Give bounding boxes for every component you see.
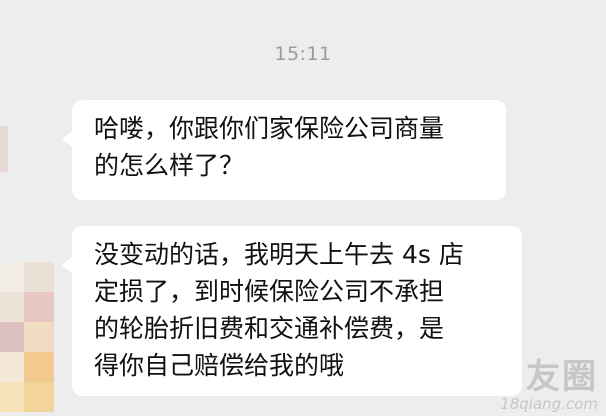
message-bubble[interactable]: 没变动的话，我明天上午去 4s 店 定损了，到时候保险公司不承担 的轮胎折旧费和… — [62, 226, 522, 396]
watermark-url: 18qiang.com — [500, 395, 598, 413]
avatar-mosaic-tile — [0, 292, 24, 322]
avatar-mosaic-tile — [24, 352, 54, 382]
message-text-line: 没变动的话，我明天上午去 4s 店 — [94, 240, 464, 269]
message-bubble[interactable]: 哈喽，你跟你们家保险公司商量 的怎么样了？ — [62, 100, 506, 200]
avatar-mosaic-tile — [24, 262, 54, 292]
avatar-mosaic-tile — [0, 262, 24, 292]
avatar-mosaic[interactable] — [0, 262, 54, 412]
chat-window: 15:11 哈喽，你跟你们家保险公司商量 的怎么样了？ 没变动的话，我明天上午去… — [0, 0, 606, 416]
message-timestamp: 15:11 — [274, 43, 332, 65]
avatar-mosaic-tile — [0, 352, 24, 382]
avatar-mosaic-tile — [0, 322, 24, 352]
avatar-mosaic-tile — [24, 322, 54, 352]
message-text-line: 得你自己赔偿给我的哦 — [94, 351, 345, 380]
avatar-mosaic-tile — [0, 382, 24, 412]
avatar-mosaic-tile — [24, 292, 54, 322]
avatar-mosaic-tile — [24, 382, 54, 412]
message-text-line: 的怎么样了？ — [94, 151, 245, 180]
message-text-line: 定损了，到时候保险公司不承担 — [94, 277, 445, 306]
message-text-line: 哈喽，你跟你们家保险公司商量 — [94, 114, 445, 143]
avatar-edge-top — [0, 126, 8, 172]
message-text-line: 的轮胎折旧费和交通补偿费，是 — [94, 314, 445, 343]
